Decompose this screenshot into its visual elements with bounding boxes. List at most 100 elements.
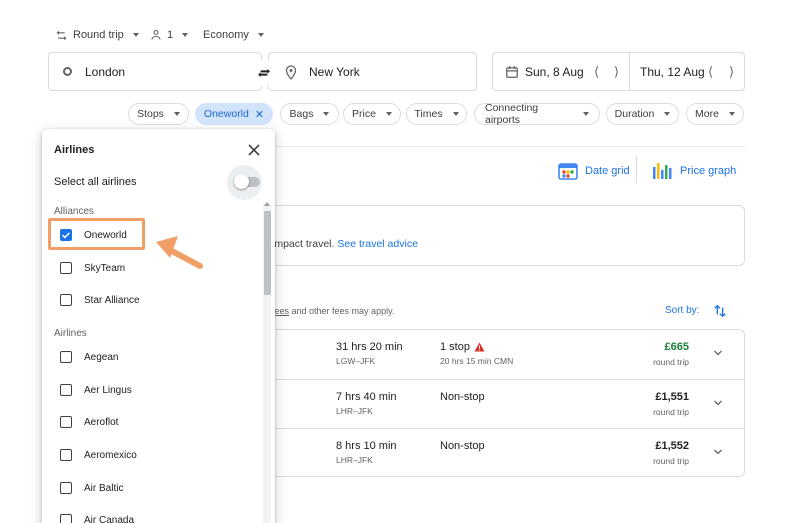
swap-locations-button[interactable] xyxy=(251,60,277,86)
scroll-up-icon[interactable] xyxy=(264,202,270,206)
times-filter-chip[interactable]: Times xyxy=(406,103,467,125)
flight-route: LHR–JFK xyxy=(336,455,373,465)
price-graph-icon xyxy=(653,163,672,179)
destination-value: New York xyxy=(309,64,360,79)
return-prev-icon[interactable]: ⟨ xyxy=(708,64,713,80)
airline-item-air-baltic[interactable]: Air Baltic xyxy=(54,478,254,498)
date-divider xyxy=(629,53,630,90)
times-chip-label: Times xyxy=(414,108,443,120)
flight-duration: 7 hrs 40 min xyxy=(336,391,397,403)
airlines-filter-panel: Airlines Select all airlines Alliances O… xyxy=(42,129,275,523)
fees-note-text: and other fees may apply. xyxy=(289,306,395,316)
destination-field[interactable]: New York xyxy=(268,52,477,91)
passengers-select[interactable]: 1 xyxy=(150,26,189,44)
price-graph-label: Price graph xyxy=(680,165,737,177)
checkbox[interactable] xyxy=(60,449,72,461)
chevron-down-icon[interactable] xyxy=(712,446,724,458)
alliance-item-star-alliance[interactable]: Star Alliance xyxy=(54,290,254,310)
airline-label: Air Baltic xyxy=(84,482,124,494)
connecting-airports-filter-chip[interactable]: Connecting airports xyxy=(474,102,600,126)
close-icon[interactable]: ✕ xyxy=(255,108,264,121)
warning-icon xyxy=(474,342,485,352)
panel-scrollbar-thumb[interactable] xyxy=(264,211,271,295)
stops-chip-label: Stops xyxy=(137,108,164,120)
airlines-heading: Airlines xyxy=(54,328,87,339)
return-next-icon[interactable]: ⟩ xyxy=(729,64,734,80)
airline-item-aeroflot[interactable]: Aeroflot xyxy=(54,412,254,432)
price-graph-button[interactable]: Price graph xyxy=(651,160,736,182)
chevron-down-icon xyxy=(182,33,189,37)
stops-text: Non-stop xyxy=(440,440,485,452)
price-type: round trip xyxy=(653,456,689,466)
travel-advisory-card xyxy=(249,205,745,266)
airline-item-air-canada[interactable]: Air Canada xyxy=(54,510,254,523)
stops-filter-chip[interactable]: Stops xyxy=(128,103,189,125)
checkbox[interactable] xyxy=(60,351,72,363)
swap-arrows-icon xyxy=(56,30,67,40)
bags-filter-chip[interactable]: Bags xyxy=(280,103,339,125)
airline-item-aeromexico[interactable]: Aeromexico xyxy=(54,445,254,465)
see-travel-advice-link[interactable]: See travel advice xyxy=(337,238,418,250)
flight-result-row[interactable]: 8 hrs 10 min LHR–JFK Non-stop £1,552 rou… xyxy=(250,428,744,476)
airline-item-aegean[interactable]: Aegean xyxy=(54,347,254,367)
chevron-down-icon xyxy=(664,112,671,116)
flight-results-list: 31 hrs 20 min LGW–JFK 1 stop 20 hrs 15 m… xyxy=(249,329,745,477)
pointer-arrow-icon xyxy=(156,236,203,269)
price-filter-chip[interactable]: Price xyxy=(343,103,401,125)
sort-by-label[interactable]: Sort by: xyxy=(665,305,699,316)
chevron-down-icon xyxy=(132,33,139,37)
price-chip-label: Price xyxy=(352,108,376,120)
cabin-class-label: Economy xyxy=(203,29,249,41)
chevron-down-icon xyxy=(452,112,459,116)
airline-label: Aer Lingus xyxy=(84,384,132,396)
connecting-chip-label: Connecting airports xyxy=(485,102,539,126)
flight-duration: 8 hrs 10 min xyxy=(336,440,397,452)
advisory-message: impact travel. xyxy=(272,238,338,250)
close-icon[interactable] xyxy=(246,142,262,158)
more-chip-label: More xyxy=(695,108,719,120)
origin-field[interactable]: London xyxy=(48,52,262,91)
layover-detail: 20 hrs 15 min CMN xyxy=(440,356,514,366)
trip-type-select[interactable]: Round trip xyxy=(55,26,139,44)
checkbox[interactable] xyxy=(60,416,72,428)
chevron-down-icon xyxy=(385,112,392,116)
airline-item-aer-lingus[interactable]: Aer Lingus xyxy=(54,380,254,400)
stops-text: Non-stop xyxy=(440,391,485,403)
duration-filter-chip[interactable]: Duration xyxy=(606,103,679,125)
flight-result-row[interactable]: 7 hrs 40 min LHR–JFK Non-stop £1,551 rou… xyxy=(250,379,744,428)
depart-next-icon[interactable]: ⟩ xyxy=(614,64,619,80)
checkbox[interactable] xyxy=(60,514,72,523)
chevron-down-icon xyxy=(583,112,589,116)
checkbox[interactable] xyxy=(60,482,72,494)
depart-prev-icon[interactable]: ⟨ xyxy=(594,64,599,80)
toggle-thumb[interactable] xyxy=(234,174,249,189)
date-range-field: Sun, 8 Aug ⟨ ⟩ Thu, 12 Aug ⟨ ⟩ xyxy=(492,52,745,91)
depart-date[interactable]: Sun, 8 Aug xyxy=(525,65,584,79)
date-grid-button[interactable]: Date grid xyxy=(558,160,630,182)
flight-price: £1,552 xyxy=(655,440,689,452)
checkbox[interactable] xyxy=(60,262,72,274)
cabin-class-select[interactable]: Economy xyxy=(203,26,264,44)
chevron-down-icon xyxy=(323,112,330,116)
alliance-label: Star Alliance xyxy=(84,294,140,306)
chevron-down-icon[interactable] xyxy=(712,347,724,359)
checkbox[interactable] xyxy=(60,384,72,396)
passengers-count: 1 xyxy=(167,29,174,41)
flight-result-row[interactable]: 31 hrs 20 min LGW–JFK 1 stop 20 hrs 15 m… xyxy=(250,330,744,379)
chevron-down-icon[interactable] xyxy=(712,397,724,409)
trip-type-label: Round trip xyxy=(73,29,124,41)
origin-value: London xyxy=(85,64,126,79)
flight-route: LGW–JFK xyxy=(336,356,376,366)
more-filters-chip[interactable]: More xyxy=(686,103,744,125)
price-type: round trip xyxy=(653,357,689,367)
toolbar-divider xyxy=(636,156,637,183)
highlight-box xyxy=(48,218,145,250)
checkbox[interactable] xyxy=(60,294,72,306)
sort-icon[interactable] xyxy=(712,303,728,319)
travel-advisory-text: impact travel. See travel advice xyxy=(272,238,418,250)
calendar-icon xyxy=(506,66,518,78)
return-date[interactable]: Thu, 12 Aug xyxy=(640,65,705,79)
airlines-filter-chip[interactable]: Oneworld ✕ xyxy=(195,103,273,125)
alliance-label: SkyTeam xyxy=(84,262,126,274)
duration-chip-label: Duration xyxy=(614,108,655,120)
